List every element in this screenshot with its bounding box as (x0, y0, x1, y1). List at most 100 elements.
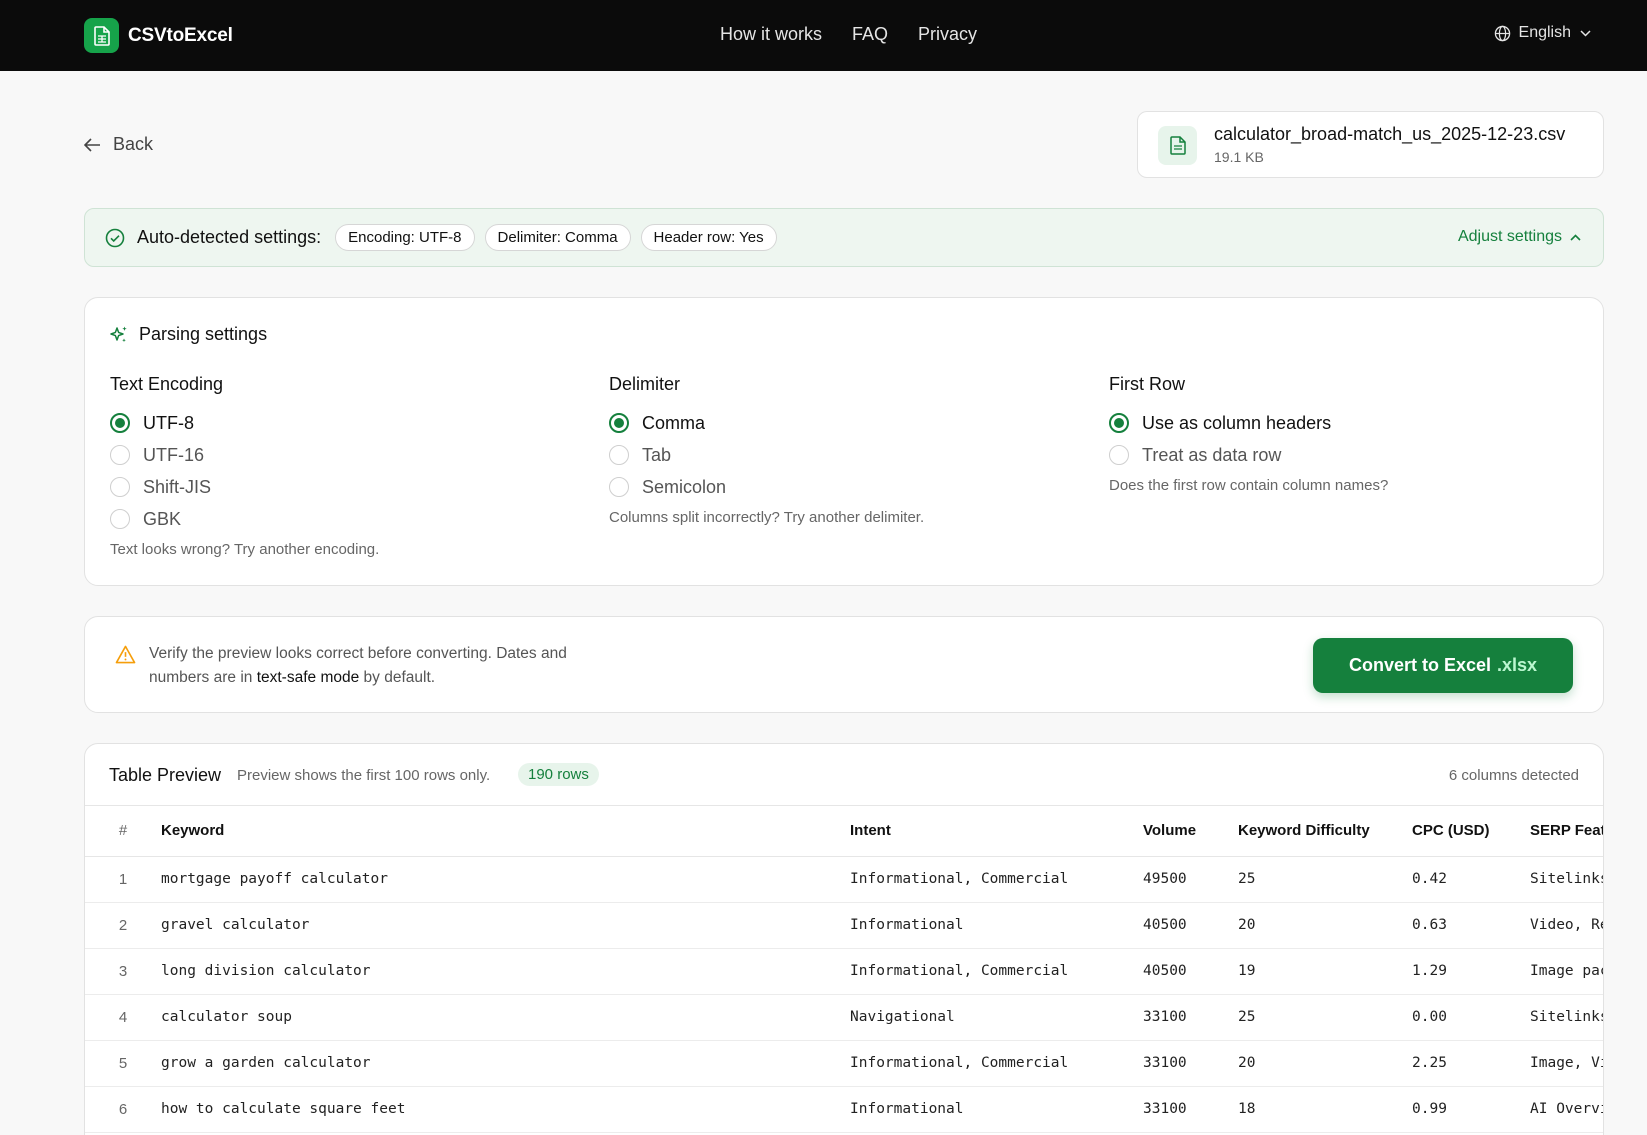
table-preview-panel: Table Preview Preview shows the first 10… (84, 743, 1604, 1135)
preview-table: # Keyword Intent Volume Keyword Difficul… (85, 806, 1603, 1135)
auto-detected-label: Auto-detected settings: (137, 227, 322, 247)
table-cell: Image, Vi (1530, 1040, 1603, 1087)
row-index: 2 (85, 902, 161, 949)
brand[interactable]: CSVtoExcel (84, 18, 233, 53)
encoding-option-gbk[interactable]: GBK (110, 503, 379, 535)
radio[interactable] (609, 477, 629, 497)
table-row: 3 long division calculator Informational, … (85, 948, 1603, 995)
file-name: calculator_broad-match_us_2025-12-23.csv (1214, 124, 1566, 144)
table-cell: 25 (1238, 994, 1412, 1041)
encoding-option-utf16[interactable]: UTF-16 (110, 439, 379, 471)
radio[interactable] (1109, 445, 1129, 465)
file-size: 19.1 KB (1214, 149, 1264, 165)
table-cell: 0.42 (1412, 856, 1530, 903)
nav-privacy[interactable]: Privacy (918, 24, 977, 45)
column-header-index: # (85, 806, 161, 857)
nav-faq[interactable]: FAQ (852, 24, 888, 45)
globe-icon (1494, 25, 1510, 41)
table-cell: Informational (850, 1086, 1143, 1133)
table-cell: Informational, Commercial (850, 948, 1143, 995)
back-button[interactable]: Back (84, 134, 153, 155)
radio-selected[interactable] (110, 413, 130, 433)
table-cell: 19 (1238, 948, 1412, 995)
encoding-option-utf8[interactable]: UTF-8 (110, 407, 379, 439)
table-cell: 40500 (1143, 902, 1238, 949)
radio-selected[interactable] (609, 413, 629, 433)
table-cell: mortgage payoff calculator (161, 856, 850, 903)
parsing-settings-panel: Parsing settings Text Encoding UTF-8 UTF… (84, 297, 1604, 586)
auto-detected-bar: Auto-detected settings: Encoding: UTF-8 … (84, 208, 1604, 267)
table-cell: Navigational (850, 994, 1143, 1041)
table-cell: 1.29 (1412, 948, 1530, 995)
column-header-cpc: CPC (USD) (1412, 806, 1530, 857)
convert-warning: Verify the preview looks correct before … (149, 645, 567, 686)
table-cell: Sitelinks (1530, 994, 1603, 1041)
table-row: 6 how to calculate square feet Information… (85, 1086, 1603, 1133)
table-cell: grow a garden calculator (161, 1040, 850, 1087)
encoding-pill: Encoding: UTF-8 (335, 224, 475, 251)
first-row-hint: Does the first row contain column names? (1109, 477, 1389, 494)
table-cell: long division calculator (161, 948, 850, 995)
column-header-serp-features: SERP Feat (1530, 806, 1603, 857)
convert-panel: Verify the preview looks correct before … (84, 616, 1604, 713)
row-index: 4 (85, 994, 161, 1041)
table-cell: 20 (1238, 1040, 1412, 1087)
column-header-keyword: Keyword (161, 806, 850, 857)
language-label: English (1518, 24, 1571, 41)
file-icon (1158, 126, 1197, 165)
adjust-settings-button[interactable]: Adjust settings (1458, 228, 1581, 246)
table-cell: 40500 (1143, 948, 1238, 995)
row-index: 1 (85, 856, 161, 903)
table-cell: 33100 (1143, 994, 1238, 1041)
column-header-volume: Volume (1143, 806, 1238, 857)
language-selector[interactable]: English (1494, 24, 1591, 42)
table-cell: 20 (1238, 902, 1412, 949)
delimiter-option-semicolon[interactable]: Semicolon (609, 471, 924, 503)
delimiter-option-tab[interactable]: Tab (609, 439, 924, 471)
delimiter-hint: Columns split incorrectly? Try another d… (609, 509, 925, 526)
radio[interactable] (110, 477, 130, 497)
table-cell: 0.00 (1412, 994, 1530, 1041)
warning-icon (115, 645, 136, 664)
columns-detected: 6 columns detected (1448, 767, 1579, 784)
radio[interactable] (609, 445, 629, 465)
table-row: 5 grow a garden calculator Informational, … (85, 1040, 1603, 1087)
first-row-option-headers[interactable]: Use as column headers (1109, 407, 1388, 439)
convert-to-excel-button[interactable]: Convert to Excel .xlsx (1313, 638, 1573, 693)
check-circle-icon (105, 228, 125, 247)
radio[interactable] (110, 445, 130, 465)
table-cell: Video, Re (1530, 902, 1603, 949)
chevron-down-icon (1580, 29, 1591, 37)
table-cell: gravel calculator (161, 902, 850, 949)
top-navbar: CSVtoExcel How it works FAQ Privacy Engl… (0, 0, 1647, 71)
table-cell: calculator soup (161, 994, 850, 1041)
table-cell: AI Overvi (1530, 1086, 1603, 1133)
row-index: 6 (85, 1086, 161, 1133)
delimiter-group: Delimiter Comma Tab Semicolon Columns sp… (609, 374, 924, 526)
chevron-up-icon (1570, 233, 1581, 241)
table-row: 2 gravel calculator Informational 40500 20 0.… (85, 902, 1603, 949)
encoding-heading: Text Encoding (110, 374, 224, 394)
table-cell: 49500 (1143, 856, 1238, 903)
row-index: 5 (85, 1040, 161, 1087)
table-row: 4 calculator soup Navigational 33100 25 0.00 S… (85, 994, 1603, 1041)
encoding-option-shift-jis[interactable]: Shift-JIS (110, 471, 379, 503)
table-preview-subtitle: Preview shows the first 100 rows only. (237, 767, 491, 784)
first-row-heading: First Row (1109, 374, 1185, 394)
table-preview-title: Table Preview (109, 765, 222, 785)
table-cell: Sitelinks (1530, 856, 1603, 903)
table-cell: 0.99 (1412, 1086, 1530, 1133)
radio[interactable] (110, 509, 130, 529)
table-cell: Informational (850, 902, 1143, 949)
spreadsheet-icon (84, 18, 119, 53)
first-row-option-data[interactable]: Treat as data row (1109, 439, 1388, 471)
delimiter-heading: Delimiter (609, 374, 681, 394)
row-index: 3 (85, 948, 161, 995)
radio-selected[interactable] (1109, 413, 1129, 433)
table-preview-header: Table Preview Preview shows the first 10… (85, 744, 1603, 806)
back-label: Back (113, 134, 154, 154)
table-cell: 0.63 (1412, 902, 1530, 949)
table-cell: how to calculate square feet (161, 1086, 850, 1133)
nav-how-it-works[interactable]: How it works (720, 24, 822, 45)
delimiter-option-comma[interactable]: Comma (609, 407, 924, 439)
